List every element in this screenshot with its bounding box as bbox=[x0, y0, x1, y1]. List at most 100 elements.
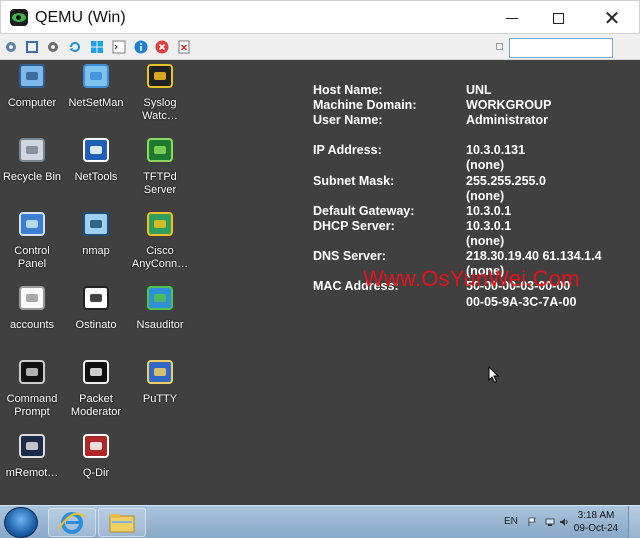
toolbar-grip[interactable] bbox=[496, 43, 503, 50]
sysinfo-value: (none) bbox=[466, 158, 505, 172]
language-indicator[interactable]: EN bbox=[504, 516, 518, 527]
sysinfo-label: User Name: bbox=[313, 113, 383, 127]
sysinfo-label: Host Name: bbox=[313, 83, 383, 97]
show-desktop-button[interactable] bbox=[628, 506, 640, 538]
desktop-icon-label: Computer bbox=[7, 97, 57, 109]
desktop-icon-label: Q-Dir bbox=[82, 467, 110, 479]
fullscreen-icon[interactable] bbox=[25, 40, 39, 54]
sysinfo-value: 255.255.255.0 bbox=[466, 174, 546, 188]
desktop-icon[interactable]: mRemot… bbox=[0, 432, 64, 480]
computer-icon bbox=[17, 62, 47, 92]
desktop-icon-label: NetSetMan bbox=[68, 97, 124, 109]
minimize-icon bbox=[506, 17, 518, 19]
nettools-icon bbox=[81, 136, 111, 166]
desktop-icon[interactable]: Command Prompt bbox=[0, 358, 64, 419]
desktop-icon[interactable]: Computer bbox=[0, 62, 64, 110]
control-panel-icon bbox=[17, 210, 47, 240]
desktop-icon[interactable]: Packet Moderator bbox=[64, 358, 128, 419]
desktop-icon-label: mRemot… bbox=[5, 467, 59, 479]
desktop-icon[interactable]: PuTTY bbox=[128, 358, 192, 406]
ostinato-icon bbox=[81, 284, 111, 314]
refresh-icon[interactable] bbox=[68, 40, 82, 54]
desktop-icon-label: Command Prompt bbox=[6, 393, 58, 418]
taskbar: EN 3:18 AM 09-Oct-24 bbox=[0, 505, 640, 538]
sysinfo-value: 10.3.0.1 bbox=[466, 204, 512, 218]
recycle-bin-icon bbox=[17, 136, 47, 166]
toolbar-search-input[interactable] bbox=[509, 38, 613, 58]
desktop-icon[interactable]: Recycle Bin bbox=[0, 136, 64, 184]
close-button[interactable]: ✕ bbox=[589, 1, 635, 35]
sysinfo-value: 00-05-9A-3C-7A-00 bbox=[466, 295, 577, 309]
sysinfo-label: IP Address: bbox=[313, 143, 382, 157]
close-icon: ✕ bbox=[603, 6, 621, 30]
maximize-icon bbox=[552, 12, 564, 24]
stop-icon[interactable] bbox=[155, 40, 169, 54]
maximize-button[interactable] bbox=[535, 1, 581, 35]
packet-moderator-icon bbox=[81, 358, 111, 388]
desktop-icon-label: Cisco AnyConn… bbox=[131, 245, 189, 270]
start-orb-icon[interactable] bbox=[4, 507, 38, 538]
desktop-icon-label: nmap bbox=[82, 245, 110, 257]
desktop-icon[interactable]: NetTools bbox=[64, 136, 128, 184]
windows-icon[interactable] bbox=[90, 40, 104, 54]
desktop-icon[interactable]: Syslog Watc… bbox=[128, 62, 192, 123]
title-bar: QEMU (Win) ✕ bbox=[0, 0, 640, 34]
settings-gear-icon[interactable] bbox=[4, 40, 18, 54]
file-explorer-icon bbox=[109, 514, 135, 533]
desktop-icon-label: TFTPd Server bbox=[143, 171, 177, 196]
desktop-icon[interactable]: Q-Dir bbox=[64, 432, 128, 480]
desktop-icon-label: Ostinato bbox=[75, 319, 117, 331]
info-icon[interactable] bbox=[134, 40, 148, 54]
desktop-icon-label: PuTTY bbox=[142, 393, 178, 405]
desktop-icon[interactable]: accounts bbox=[0, 284, 64, 332]
desktop-icon-label: Control Panel bbox=[14, 245, 50, 270]
desktop-icon[interactable]: nmap bbox=[64, 210, 128, 258]
desktop-icon-label: Packet Moderator bbox=[70, 393, 122, 418]
tftpd-icon bbox=[145, 136, 175, 166]
sysinfo-value: UNL bbox=[466, 83, 492, 97]
desktop-icon[interactable]: Control Panel bbox=[0, 210, 64, 271]
taskbar-clock[interactable]: 3:18 AM 09-Oct-24 bbox=[566, 509, 626, 535]
desktop-icon[interactable]: Nsauditor bbox=[128, 284, 192, 332]
desktop-icon-label: Nsauditor bbox=[136, 319, 184, 331]
desktop-icon[interactable]: Ostinato bbox=[64, 284, 128, 332]
lock-globe-icon bbox=[145, 210, 175, 240]
desktop-icon[interactable]: Cisco AnyConn… bbox=[128, 210, 192, 271]
internet-explorer-icon bbox=[58, 512, 86, 534]
eject-icon[interactable] bbox=[177, 40, 191, 54]
sysinfo-label: Subnet Mask: bbox=[313, 174, 395, 188]
minimize-button[interactable] bbox=[489, 1, 535, 35]
sysinfo-value: 10.3.0.1 bbox=[466, 219, 512, 233]
desktop-icon[interactable]: TFTPd Server bbox=[128, 136, 192, 197]
taskbar-internet-explorer[interactable] bbox=[48, 508, 96, 537]
globe-monitor-icon bbox=[81, 62, 111, 92]
qdir-icon bbox=[81, 432, 111, 462]
command-prompt-icon bbox=[17, 358, 47, 388]
sysinfo-value: Administrator bbox=[466, 113, 548, 127]
desktop-icon-label: Syslog Watc… bbox=[142, 97, 178, 122]
toolbar bbox=[0, 34, 640, 60]
flag-icon[interactable] bbox=[527, 517, 537, 527]
desktop-icon-label: NetTools bbox=[74, 171, 118, 183]
console-icon[interactable] bbox=[112, 40, 126, 54]
spy-icon bbox=[145, 62, 175, 92]
desktop-icon-label: Recycle Bin bbox=[2, 171, 62, 183]
eye-icon bbox=[81, 210, 111, 240]
nsauditor-icon bbox=[145, 284, 175, 314]
guest-desktop[interactable]: Computer NetSetMan Syslog Watc… Recycle Bin… bbox=[0, 60, 640, 505]
mremote-icon bbox=[17, 432, 47, 462]
network-icon[interactable] bbox=[545, 517, 555, 527]
desktop-icon[interactable]: NetSetMan bbox=[64, 62, 128, 110]
taskbar-file-explorer[interactable] bbox=[98, 508, 146, 537]
qemu-eye-icon[interactable] bbox=[10, 9, 28, 26]
sysinfo-value: 10.3.0.131 bbox=[466, 143, 526, 157]
sysinfo-value: (none) bbox=[466, 234, 505, 248]
sysinfo-label: Default Gateway: bbox=[313, 204, 415, 218]
sysinfo-value: 218.30.19.40 61.134.1.4 bbox=[466, 249, 602, 263]
sysinfo-value: WORKGROUP bbox=[466, 98, 552, 112]
document-icon bbox=[17, 284, 47, 314]
watermark: Www.OsYunWei.Com bbox=[363, 266, 580, 291]
mouse-cursor-icon bbox=[488, 366, 500, 384]
desktop-icon-label: accounts bbox=[9, 319, 55, 331]
gear-icon[interactable] bbox=[46, 40, 60, 54]
